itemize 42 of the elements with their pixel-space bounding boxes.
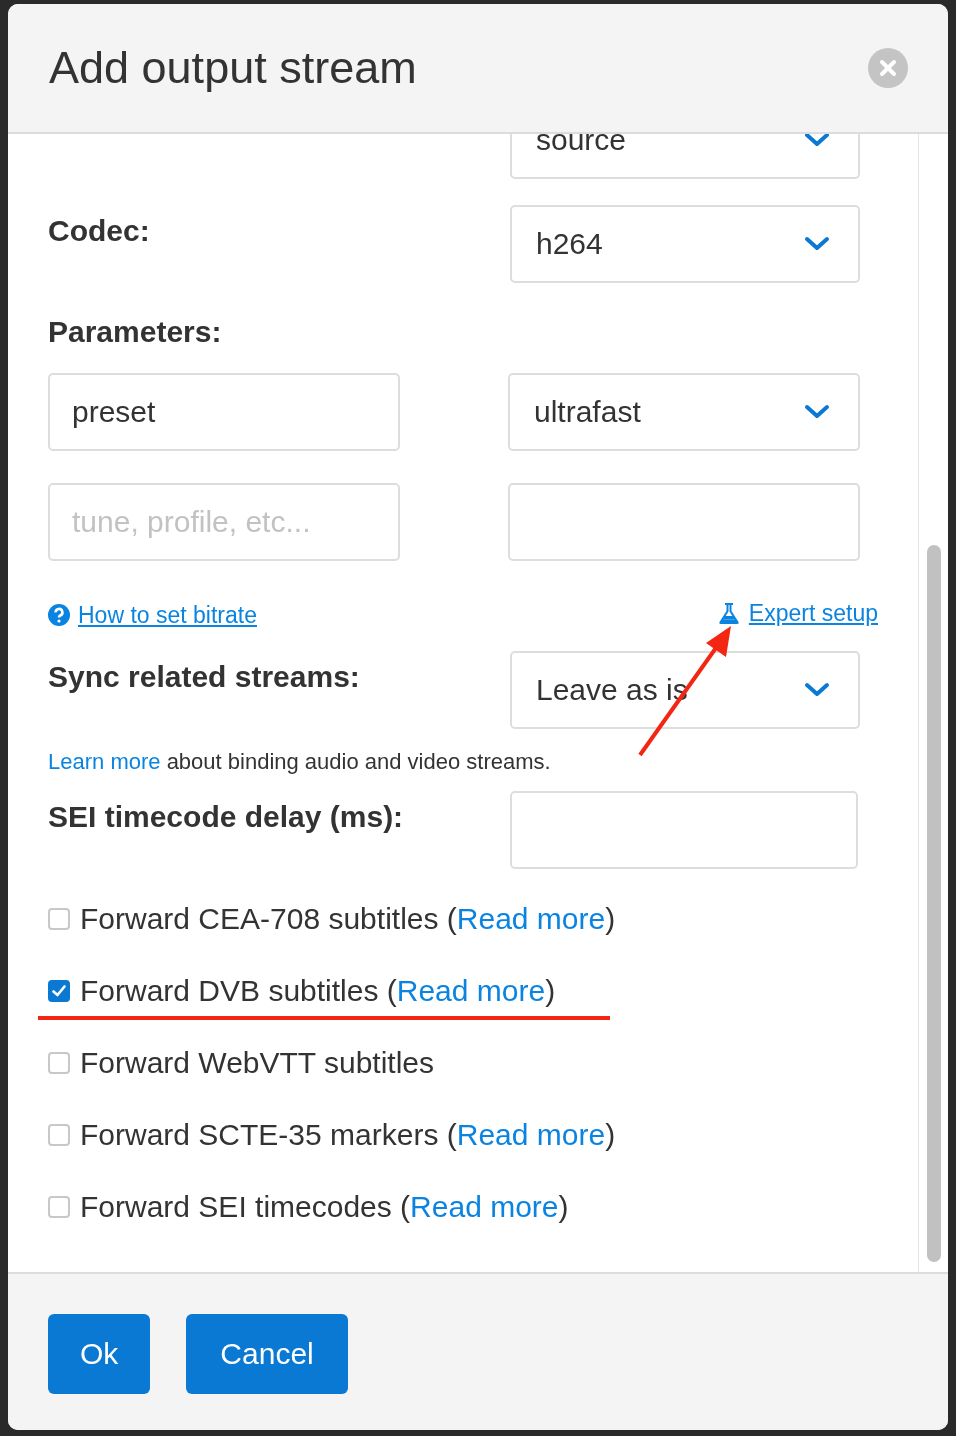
cancel-button[interactable]: Cancel	[186, 1314, 348, 1394]
input-field[interactable]	[510, 791, 858, 869]
checkbox-label: Forward DVB subtitles (Read more)	[80, 974, 556, 1008]
section-label: Parameters:	[48, 314, 223, 350]
read-more-link[interactable]: Read more	[456, 1118, 606, 1151]
checkbox-label: Forward SEI timecodes (Read more)	[80, 1190, 569, 1224]
checkbox[interactable]	[48, 1124, 70, 1146]
checkbox-label: Forward SCTE-35 markers (Read more)	[80, 1118, 616, 1152]
close-button[interactable]	[868, 48, 908, 88]
help-icon	[48, 604, 70, 626]
chevron-down-icon	[804, 682, 830, 698]
flask-icon	[716, 601, 741, 625]
field-label: Sync related streams:	[48, 659, 361, 695]
chevron-down-icon	[804, 236, 830, 252]
close-icon	[879, 59, 897, 77]
select-field[interactable]: ultrafast	[508, 373, 860, 451]
input-field[interactable]: preset	[48, 373, 400, 451]
input-field[interactable]	[508, 483, 860, 561]
input-field[interactable]: tune, profile, etc...	[48, 483, 400, 561]
read-more-link[interactable]: Read more	[456, 902, 606, 935]
select-field[interactable]: source	[510, 134, 860, 179]
expert-setup-link[interactable]: Expert setup	[716, 597, 878, 629]
read-more-link[interactable]: Read more	[410, 1190, 559, 1223]
checkbox[interactable]	[48, 980, 70, 1002]
checkbox[interactable]	[48, 1052, 70, 1074]
field-label: SEI timecode delay (ms):	[48, 799, 405, 835]
help-text: Learn more about binding audio and video streams.	[48, 749, 552, 775]
checkbox[interactable]	[48, 1196, 70, 1218]
ok-button[interactable]: Ok	[48, 1314, 151, 1394]
checkmark-icon	[52, 985, 66, 997]
checkbox-label: Forward CEA-708 subtitles (Read more)	[80, 902, 616, 936]
help-link[interactable]: How to set bitrate	[48, 601, 257, 629]
dialog-title: Add output stream	[49, 42, 417, 94]
chevron-down-icon	[804, 134, 830, 148]
read-more-link[interactable]: Read more	[396, 974, 546, 1007]
scrollbar-thumb[interactable]	[926, 545, 941, 1262]
checkbox-label: Forward WebVTT subtitles	[80, 1046, 434, 1080]
chevron-down-icon	[804, 404, 830, 420]
learn-more-link[interactable]: Learn more	[48, 749, 161, 774]
select-field[interactable]: h264	[510, 205, 860, 283]
field-label: Codec:	[48, 213, 151, 249]
checkbox[interactable]	[48, 908, 70, 930]
